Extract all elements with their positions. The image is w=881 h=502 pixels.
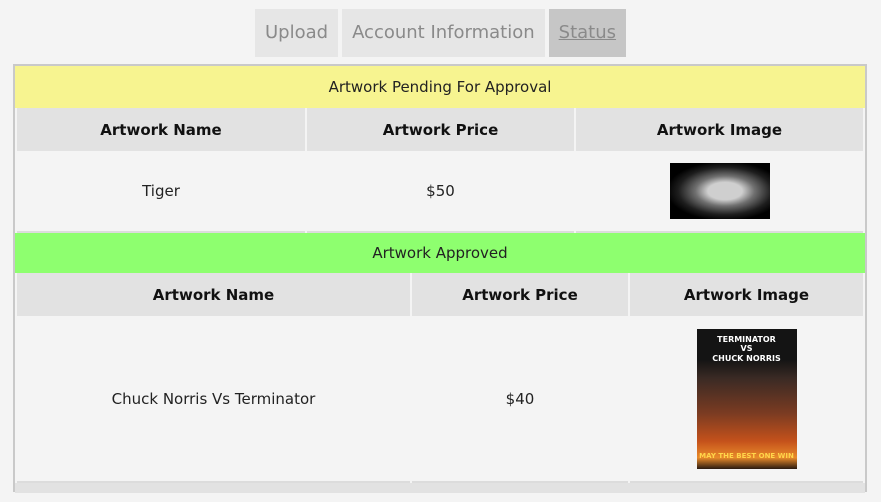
status-panel: Artwork Pending For Approval Artwork Nam… — [13, 64, 867, 493]
artwork-name-cell: Tiger — [17, 151, 305, 233]
pending-header-row: Artwork Name Artwork Price Artwork Image — [17, 108, 863, 151]
artwork-name-cell: Chuck Norris Vs Terminator — [17, 316, 410, 483]
tab-status[interactable]: Status — [548, 9, 627, 57]
column-header-artwork-price: Artwork Price — [307, 108, 574, 151]
status-tabs: Upload Account Information Status — [0, 9, 881, 57]
approved-table: Artwork Name Artwork Price Artwork Image… — [15, 273, 865, 483]
pending-table: Artwork Name Artwork Price Artwork Image… — [15, 108, 865, 233]
pending-section-title: Artwork Pending For Approval — [15, 66, 865, 108]
column-header-artwork-name: Artwork Name — [17, 273, 410, 316]
panel-footer-strip — [15, 483, 865, 493]
tab-upload[interactable]: Upload — [254, 9, 339, 57]
artwork-image-cell — [576, 151, 863, 233]
approved-header-row: Artwork Name Artwork Price Artwork Image — [17, 273, 863, 316]
artwork-price-cell: $50 — [307, 151, 574, 233]
tab-account-information[interactable]: Account Information — [342, 9, 545, 57]
table-row: Tiger $50 — [17, 151, 863, 233]
approved-section-title: Artwork Approved — [15, 233, 865, 273]
tiger-image[interactable] — [669, 163, 770, 219]
artwork-price-cell: $40 — [412, 316, 628, 483]
column-header-artwork-name: Artwork Name — [17, 108, 305, 151]
table-row: Chuck Norris Vs Terminator $40 TERMINATO… — [17, 316, 863, 483]
poster-image[interactable]: TERMINATOR VS CHUCK NORRIS MAY THE BEST … — [696, 328, 797, 469]
column-header-artwork-price: Artwork Price — [412, 273, 628, 316]
column-header-artwork-image: Artwork Image — [576, 108, 863, 151]
artwork-image-cell: TERMINATOR VS CHUCK NORRIS MAY THE BEST … — [630, 316, 863, 483]
column-header-artwork-image: Artwork Image — [630, 273, 863, 316]
poster-vs-line: VS — [740, 344, 753, 354]
poster-title-line: TERMINATOR — [717, 334, 776, 344]
poster-name-line: CHUCK NORRIS — [712, 353, 781, 363]
poster-tagline: MAY THE BEST ONE WIN — [699, 452, 794, 461]
